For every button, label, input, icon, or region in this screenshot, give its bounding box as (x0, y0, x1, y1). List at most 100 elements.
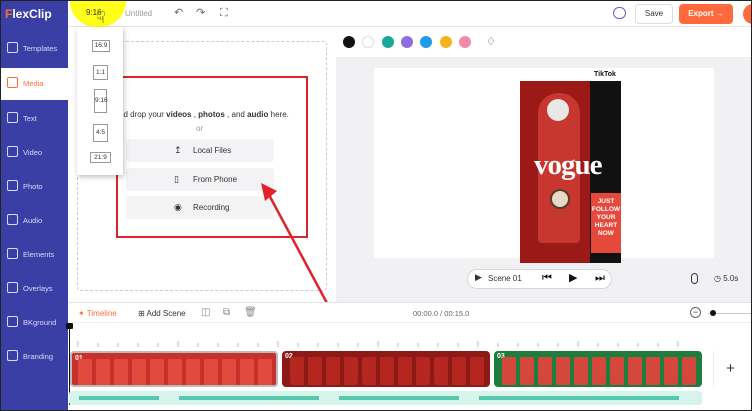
sidebar-item-label: Overlays (23, 284, 53, 293)
ratio-option-1-1[interactable]: 1:1 (93, 65, 108, 80)
clip-thumbnail (556, 357, 570, 385)
clip-thumbnail (240, 359, 254, 385)
next-icon[interactable]: ⏭ (595, 271, 605, 285)
slogan-line: JUST (597, 198, 615, 205)
clip-thumbnail (502, 357, 516, 385)
color-swatch-teal[interactable] (382, 36, 394, 48)
sidebar-item-branding[interactable]: Branding (1, 341, 68, 373)
sidebar-item-audio[interactable]: Audio (1, 205, 68, 237)
elements-icon (7, 248, 18, 259)
sidebar-item-label: Media (23, 79, 44, 88)
document-title[interactable]: Untitled (125, 9, 152, 18)
ratio-option-16-9[interactable]: 16:9 (92, 40, 110, 52)
split-icon[interactable]: ◫ (201, 307, 210, 318)
clip-thumbnail (628, 357, 642, 385)
clip-thumbnail (150, 359, 164, 385)
video-preview[interactable]: TikTok vogue JUST FOLLOW YOUR HEART NOW (520, 69, 621, 263)
play-icon[interactable]: ▶ (569, 271, 577, 285)
timeline-tab[interactable]: ✦ Timeline (78, 309, 117, 318)
sidebar-item-label: BKground (23, 318, 57, 327)
add-scene-button[interactable]: ⊞ Add Scene (138, 309, 186, 318)
redo-icon[interactable]: ↷ (196, 7, 205, 19)
paint-bucket-icon[interactable]: ♢ (486, 35, 496, 48)
clip-thumbnail (520, 357, 534, 385)
clip-thumbnail (398, 357, 412, 385)
delete-icon[interactable]: 🗑 (244, 307, 257, 318)
timeline-clip-01[interactable]: 01 (70, 351, 278, 387)
slogan-line: YOUR (596, 214, 616, 221)
microphone-icon[interactable] (691, 273, 698, 284)
ratio-option-4-5[interactable]: 4:5 (93, 124, 108, 142)
sidebar-item-templates[interactable]: Templates (1, 33, 68, 65)
video-icon (7, 146, 18, 157)
previous-icon[interactable]: ⏮ (542, 271, 552, 285)
duplicate-icon[interactable]: ⧉ (223, 307, 230, 318)
color-toolbar: ♢ (336, 27, 751, 57)
scene-label[interactable]: Scene 01 (488, 274, 522, 283)
arrow-head (261, 183, 277, 201)
audio-track[interactable] (69, 391, 702, 405)
account-avatar[interactable] (743, 4, 751, 24)
sidebar-item-bkground[interactable]: BKground (1, 307, 68, 339)
app-window: FlexClip Templates Media Text Video Phot… (0, 0, 752, 411)
tiktok-logo: TikTok (594, 71, 616, 78)
clip-thumbnail (132, 359, 146, 385)
timeline-toolbar: ✦ Timeline ⊞ Add Scene ◫ ⧉ 🗑 00:00.0 / 0… (68, 302, 751, 323)
zoom-slider-handle[interactable] (710, 310, 716, 316)
clip-thumbnail (96, 359, 110, 385)
color-swatch-blue[interactable] (420, 36, 432, 48)
chat-icon[interactable] (613, 7, 626, 19)
timeline-tab-label: Timeline (86, 309, 117, 318)
audio-waveform (479, 396, 679, 400)
slogan-line: NOW (598, 230, 614, 237)
audio-waveform (339, 396, 459, 400)
sidebar-item-label: Templates (23, 44, 58, 53)
fullscreen-icon[interactable]: ⛶ (220, 7, 228, 19)
color-swatch-pink[interactable] (459, 36, 471, 48)
export-button[interactable]: Export → (679, 4, 733, 24)
sidebar-item-video[interactable]: Video (1, 137, 68, 169)
clip-thumbnail (592, 357, 606, 385)
slogan-line: HEART (594, 222, 618, 229)
clip-thumbnail (78, 359, 92, 385)
clock-icon (550, 189, 570, 209)
hand-cursor-icon: ☟ (96, 10, 106, 27)
color-swatch-yellow[interactable] (440, 36, 452, 48)
branding-icon (7, 350, 18, 361)
sidebar-item-photo[interactable]: Photo (1, 171, 68, 203)
sidebar-item-overlays[interactable]: Overlays (1, 273, 68, 305)
timeline-clip-03[interactable]: 03 (494, 351, 702, 387)
sidebar-item-text[interactable]: Text (1, 103, 68, 135)
undo-icon[interactable]: ↶ (174, 7, 183, 19)
zoom-out-button[interactable]: − (690, 307, 701, 318)
ratio-option-9-16[interactable]: 9:16 (94, 89, 108, 113)
timeline-clip-02[interactable]: 02 (282, 351, 490, 387)
ratio-option-21-9[interactable]: 21:9 (90, 152, 111, 163)
audio-icon (7, 214, 18, 225)
sidebar-item-media[interactable]: Media (1, 68, 68, 100)
add-clip-button[interactable]: + (713, 351, 747, 387)
clip-thumbnail (258, 359, 272, 385)
top-bar: Untitled ↶ ↷ ⛶ Save Export → (68, 1, 751, 27)
sidebar-item-label: Video (23, 148, 43, 157)
clip-thumbnail (574, 357, 588, 385)
sidebar-item-elements[interactable]: Elements (1, 239, 68, 271)
background-icon (7, 316, 18, 327)
sidebar-item-label: Text (23, 114, 37, 123)
sidebar-item-label: Branding (23, 352, 54, 361)
preview-head (547, 99, 569, 121)
color-swatch-purple[interactable] (401, 36, 413, 48)
preview-slogan[interactable]: JUST FOLLOW YOUR HEART NOW (591, 193, 621, 253)
flexclip-logo[interactable]: FlexClip (5, 7, 52, 23)
clip-thumbnail (416, 357, 430, 385)
clip-thumbnail (204, 359, 218, 385)
sidebar: FlexClip Templates Media Text Video Phot… (1, 1, 68, 410)
save-button[interactable]: Save (635, 4, 673, 24)
text-icon (7, 112, 18, 123)
preview-headline[interactable]: vogue (534, 149, 602, 182)
color-swatch-white[interactable] (362, 36, 374, 48)
scene-duration[interactable]: ◷ 5.0s (714, 274, 738, 283)
color-swatch-black[interactable] (343, 36, 355, 48)
play-small-icon[interactable]: ▶ (475, 272, 482, 283)
timeline-ruler[interactable] (68, 323, 708, 349)
